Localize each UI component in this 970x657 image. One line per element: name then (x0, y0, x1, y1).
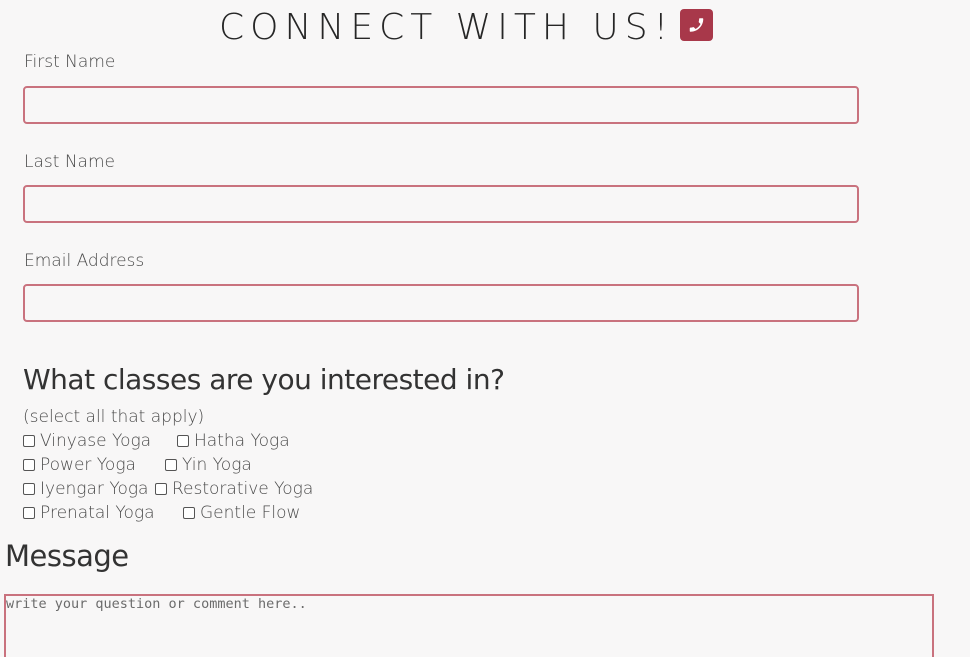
checkbox-label: Power Yoga (40, 455, 136, 475)
checkbox-box[interactable] (183, 507, 195, 519)
page-title: CONNECT WITH US! (0, 6, 932, 50)
checkbox-label: Hatha Yoga (194, 431, 290, 451)
checkbox-label: Iyengar Yoga (40, 479, 149, 499)
checkbox-box[interactable] (23, 459, 35, 471)
checkbox-label: Prenatal Yoga (40, 503, 155, 523)
checkbox-box[interactable] (23, 507, 35, 519)
checkbox-hatha-yoga[interactable]: Hatha Yoga (177, 431, 290, 451)
checkbox-gentle-flow[interactable]: Gentle Flow (183, 503, 300, 523)
email-field[interactable] (23, 284, 859, 322)
checkbox-prenatal-yoga[interactable]: Prenatal Yoga (23, 503, 155, 523)
checkbox-label: Gentle Flow (200, 503, 301, 523)
last-name-label: Last Name (24, 152, 115, 172)
checkbox-power-yoga[interactable]: Power Yoga (23, 455, 136, 475)
last-name-field[interactable] (23, 185, 859, 223)
phone-icon (680, 9, 713, 41)
message-heading: Message (5, 539, 129, 573)
page-title-text: CONNECT WITH US! (219, 7, 674, 48)
checkbox-yin-yoga[interactable]: Yin Yoga (165, 455, 252, 475)
checkbox-label: Vinyase Yoga (40, 431, 152, 451)
first-name-field[interactable] (23, 86, 859, 124)
classes-subheading: (select all that apply) (23, 407, 205, 427)
classes-heading: What classes are you interested in? (23, 363, 505, 396)
checkbox-box[interactable] (23, 483, 35, 495)
first-name-label: First Name (24, 52, 116, 72)
message-textarea[interactable] (4, 594, 934, 657)
checkbox-box[interactable] (177, 435, 189, 447)
checkbox-label: Yin Yoga (182, 455, 252, 475)
checkbox-iyengar-yoga[interactable]: Iyengar Yoga (23, 479, 148, 499)
checkbox-box[interactable] (165, 459, 177, 471)
checkbox-vinyase-yoga[interactable]: Vinyase Yoga (23, 431, 151, 451)
contact-page: CONNECT WITH US! First Name Last Name Em… (0, 0, 970, 657)
checkbox-box[interactable] (155, 483, 167, 495)
checkbox-restorative-yoga[interactable]: Restorative Yoga (155, 479, 313, 499)
email-label: Email Address (24, 251, 145, 271)
checkbox-label: Restorative Yoga (172, 479, 314, 499)
checkbox-box[interactable] (23, 435, 35, 447)
